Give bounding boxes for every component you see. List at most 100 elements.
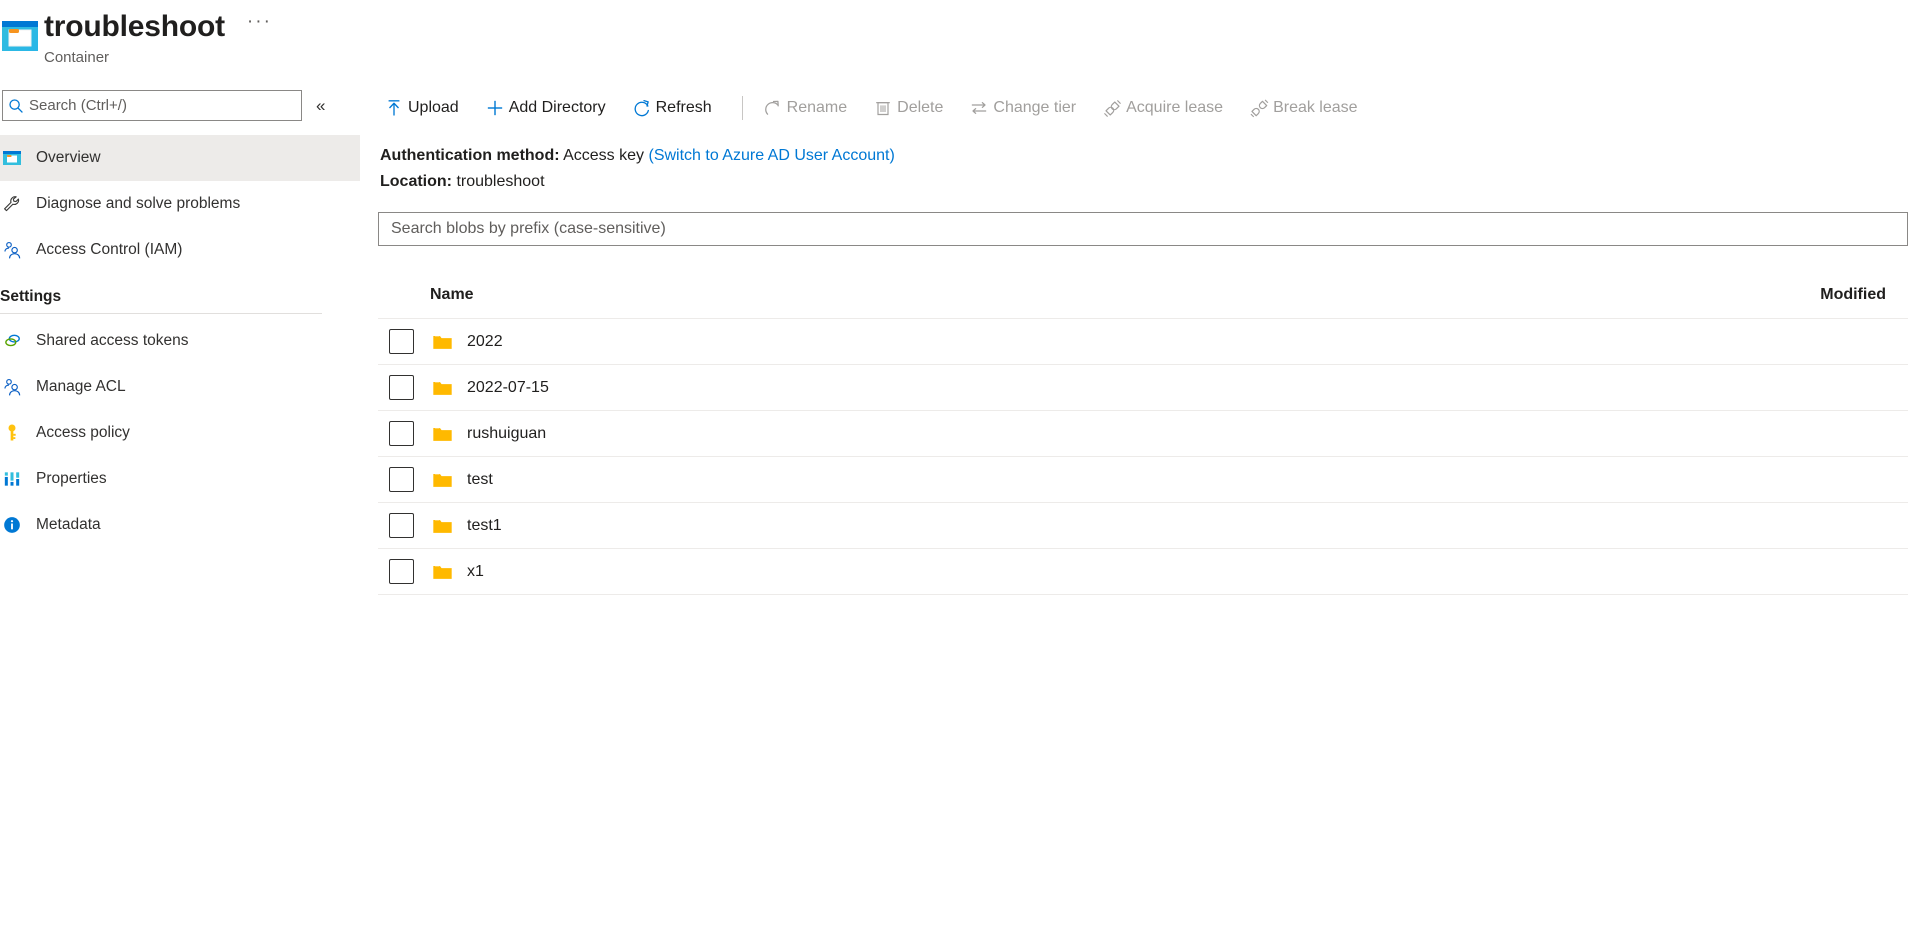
row-checkbox[interactable] [389,329,414,354]
sidebar-section-settings: Settings [0,288,62,305]
people-icon [2,240,36,261]
search-icon [3,98,29,114]
key-icon [2,423,36,443]
upload-label: Upload [408,99,459,116]
folder-icon [432,333,454,351]
command-toolbar: Upload Add Directory Refresh Rename Dele… [378,85,1909,131]
sidebar-item-label: Metadata [36,516,101,533]
page-title: troubleshoot [44,10,225,43]
authentication-info: Authentication method: Access key (Switc… [378,143,1909,195]
break-lease-button: Break lease [1243,92,1370,124]
sidebar-item-overview[interactable]: Overview [0,135,360,181]
azure-container-blade: troubleshoot ··· Container « [0,0,1909,932]
table-header-row: Name Modified [378,278,1908,318]
table-row[interactable]: x1 [378,549,1908,594]
sidebar-item-label: Diagnose and solve problems [36,195,241,212]
row-checkbox[interactable] [389,421,414,446]
row-checkbox[interactable] [389,375,414,400]
folder-icon [432,425,454,443]
table-row[interactable]: test [378,457,1908,502]
rename-label: Rename [786,99,848,116]
refresh-icon [628,98,656,118]
rename-icon [759,98,787,118]
upload-button[interactable]: Upload [378,92,471,124]
search-input[interactable] [29,97,279,114]
container-resource-icon [0,8,44,56]
wrench-icon [2,194,36,215]
folder-icon [432,517,454,535]
table-row[interactable]: 2022-07-15 [378,365,1908,410]
authentication-method-line: Authentication method: Access key (Switc… [380,143,1909,169]
sidebar-nav: Overview Diagnose and solve problems Acc… [0,135,360,548]
container-icon [2,148,36,168]
break-lease-label: Break lease [1273,99,1358,116]
sidebar-item-manage-acl[interactable]: Manage ACL [0,364,360,410]
sidebar: troubleshoot ··· Container « [0,0,360,932]
table-row[interactable]: 2022 [378,319,1908,364]
blob-name[interactable]: 2022 [467,332,503,352]
main-content: Upload Add Directory Refresh Rename Dele… [360,0,1909,932]
sidebar-header: troubleshoot ··· Container [0,0,360,76]
delete-label: Delete [897,99,944,116]
location-label: Location: [380,173,452,190]
sidebar-item-diagnose-and-solve-problems[interactable]: Diagnose and solve problems [0,181,360,227]
change-tier-button: Change tier [963,92,1088,124]
table-row[interactable]: test1 [378,503,1908,548]
blob-name[interactable]: rushuiguan [467,424,546,444]
sidebar-item-properties[interactable]: Properties [0,456,360,502]
sidebar-item-access-policy[interactable]: Access policy [0,410,360,456]
sidebar-item-label: Access Control (IAM) [36,241,183,258]
column-header-modified[interactable]: Modified [1820,286,1908,304]
row-checkbox[interactable] [389,559,414,584]
sidebar-title-group: troubleshoot ··· Container [44,8,272,68]
authentication-method-label: Authentication method: [380,147,560,164]
refresh-label: Refresh [655,99,712,116]
sidebar-item-label: Manage ACL [36,378,126,395]
authentication-method-value: Access key [563,147,645,164]
blob-name[interactable]: x1 [467,562,484,582]
blob-prefix-search-box[interactable] [378,212,1908,246]
folder-icon [432,471,454,489]
upload-icon [380,98,408,118]
delete-button: Delete [867,92,955,124]
table-row[interactable]: rushuiguan [378,411,1908,456]
plug-connected-icon [1098,98,1126,119]
folder-icon [432,563,454,581]
sidebar-search-row: « [0,76,360,121]
column-header-name[interactable]: Name [430,286,474,304]
sidebar-item-shared-access-tokens[interactable]: Shared access tokens [0,318,360,364]
add-directory-button[interactable]: Add Directory [479,92,618,124]
row-checkbox[interactable] [389,467,414,492]
blob-name[interactable]: 2022-07-15 [467,378,549,398]
link-chain-icon [2,330,36,352]
sidebar-item-access-control-iam[interactable]: Access Control (IAM) [0,227,360,273]
people-icon [2,377,36,398]
blob-list-table: Name Modified 2022 2022-07-15 rushuiguan… [378,278,1908,595]
row-divider [378,594,1908,595]
location-value: troubleshoot [456,173,545,190]
rename-button: Rename [757,92,859,124]
blob-prefix-search-input[interactable] [379,220,1907,238]
folder-icon [432,379,454,397]
acquire-lease-button: Acquire lease [1096,92,1235,124]
plug-disconnected-icon [1245,98,1273,119]
sidebar-item-label: Properties [36,470,107,487]
switch-auth-method-link[interactable]: (Switch to Azure AD User Account) [648,147,894,164]
more-options-button[interactable]: ··· [247,12,272,42]
collapse-sidebar-button[interactable]: « [316,96,325,115]
sidebar-item-metadata[interactable]: Metadata [0,502,360,548]
sliders-icon [2,469,36,489]
sidebar-item-label: Overview [36,149,101,166]
add-directory-label: Add Directory [508,99,606,116]
refresh-button[interactable]: Refresh [626,92,724,124]
blob-name[interactable]: test [467,470,493,490]
info-circle-icon [2,515,36,535]
trash-icon [869,98,897,118]
sidebar-item-label: Shared access tokens [36,332,189,349]
acquire-lease-label: Acquire lease [1126,99,1224,116]
sidebar-search-box[interactable] [2,90,302,121]
row-checkbox[interactable] [389,513,414,538]
blob-name[interactable]: test1 [467,516,502,536]
sidebar-item-label: Access policy [36,424,130,441]
sidebar-divider [0,313,322,314]
